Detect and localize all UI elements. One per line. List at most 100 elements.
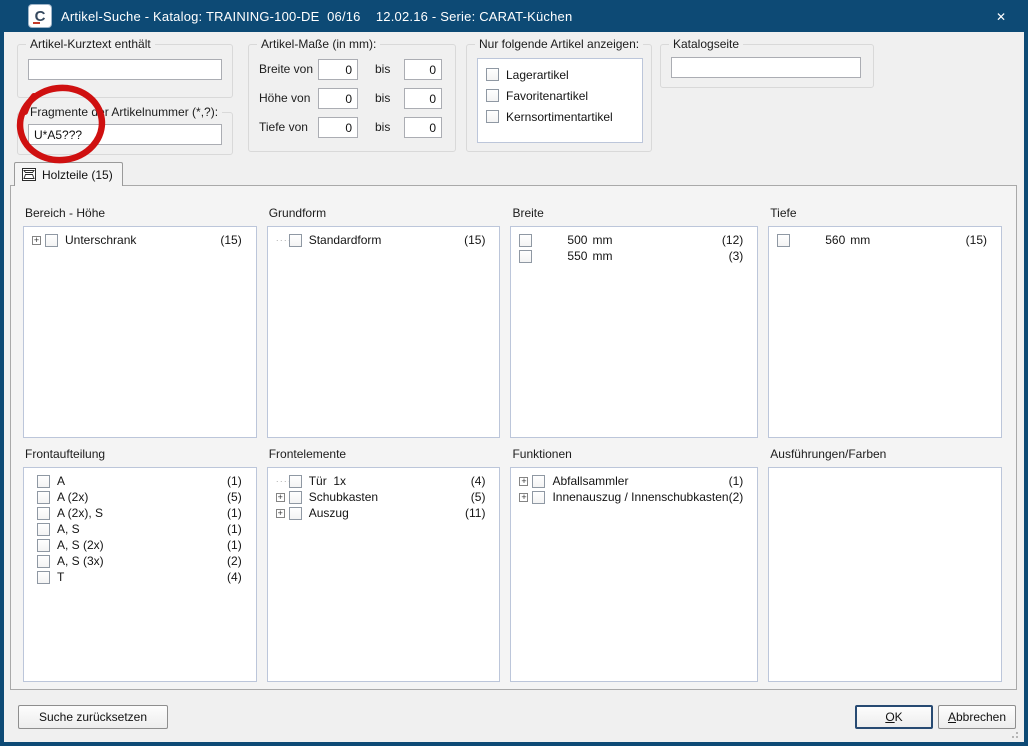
expand-icon[interactable]: + <box>32 236 41 245</box>
list-item[interactable]: A, S (3x)(2) <box>24 553 256 569</box>
group-label: Katalogseite <box>669 37 743 51</box>
checkbox[interactable] <box>486 110 499 123</box>
list-item[interactable]: 500mm(12) <box>511 232 757 248</box>
checkbox[interactable] <box>37 523 50 536</box>
checkbox[interactable] <box>289 507 302 520</box>
tiefe-listbox[interactable]: 560mm(15) <box>768 226 1002 438</box>
item-count: (4) <box>227 570 256 584</box>
group-label: Artikel-Kurztext enthält <box>26 37 155 51</box>
dialog-body: Artikel-Kurztext enthält Fragmente der A… <box>4 32 1024 742</box>
expand-icon[interactable]: + <box>519 493 528 502</box>
list-item[interactable]: +Abfallsammler(1) <box>511 473 757 489</box>
bis-label: bis <box>375 120 390 134</box>
bereich-hoehe-listbox[interactable]: +Unterschrank(15) <box>23 226 257 438</box>
checkbox[interactable] <box>37 571 50 584</box>
item-label: Kernsortimentartikel <box>506 110 613 124</box>
checkbox[interactable] <box>289 234 302 247</box>
list-item[interactable]: +Unterschrank(15) <box>24 232 256 248</box>
item-label: A <box>57 474 65 488</box>
item-count: (1) <box>227 522 256 536</box>
checkbox[interactable] <box>486 89 499 102</box>
checkbox[interactable] <box>519 250 532 263</box>
item-value: 560 <box>797 233 845 247</box>
checkbox[interactable] <box>37 507 50 520</box>
expand-icon[interactable]: + <box>276 509 285 518</box>
bis-label: bis <box>375 62 390 76</box>
checkbox[interactable] <box>45 234 58 247</box>
checkbox[interactable] <box>37 539 50 552</box>
item-label: Favoritenartikel <box>506 89 588 103</box>
checkbox[interactable] <box>532 475 545 488</box>
kurztext-input[interactable] <box>28 59 222 80</box>
cancel-button[interactable]: Abbrechen <box>938 705 1016 729</box>
resize-grip[interactable] <box>1008 728 1018 738</box>
panel-frontelemente: Frontelemente····Tür 1x(4)+Schubkasten(5… <box>267 447 501 682</box>
checkbox[interactable] <box>289 475 302 488</box>
checkbox[interactable] <box>37 555 50 568</box>
list-item[interactable]: 550mm(3) <box>511 248 757 264</box>
item-label: Abfallsammler <box>552 474 628 488</box>
panel-tiefe: Tiefe560mm(15) <box>768 206 1002 438</box>
ausfuehrungen-farben-listbox[interactable] <box>768 467 1002 682</box>
item-label: A (2x), S <box>57 506 103 520</box>
frontaufteilung-listbox[interactable]: A(1)A (2x)(5)A (2x), S(1)A, S(1)A, S (2x… <box>23 467 257 682</box>
item-label: A (2x) <box>57 490 88 504</box>
item-label: Auszug <box>309 506 349 520</box>
panel-label: Funktionen <box>512 447 758 462</box>
checkbox[interactable] <box>777 234 790 247</box>
item-count: (15) <box>966 233 1001 247</box>
checkbox[interactable] <box>519 234 532 247</box>
checkbox[interactable] <box>37 475 50 488</box>
checkbox[interactable] <box>289 491 302 504</box>
list-item[interactable]: +Schubkasten(5) <box>268 489 500 505</box>
list-item[interactable]: 560mm(15) <box>769 232 1001 248</box>
item-count: (12) <box>722 233 757 247</box>
expand-icon[interactable]: + <box>276 493 285 502</box>
reset-search-button[interactable]: Suche zurücksetzen <box>18 705 168 729</box>
list-item[interactable]: T(4) <box>24 569 256 585</box>
list-item[interactable]: A, S (2x)(1) <box>24 537 256 553</box>
filter-option[interactable]: Kernsortimentartikel <box>478 106 642 127</box>
tree-leaf-dots: ···· <box>276 476 289 486</box>
list-item[interactable]: A (2x)(5) <box>24 489 256 505</box>
tab-holzteile[interactable]: Holzteile (15) <box>14 162 123 186</box>
to-input[interactable] <box>404 88 442 109</box>
list-item[interactable]: A(1) <box>24 473 256 489</box>
list-item[interactable]: A (2x), S(1) <box>24 505 256 521</box>
filter-listbox[interactable]: Lagerartikel Favoritenartikel Kernsortimen… <box>477 58 643 143</box>
funktionen-listbox[interactable]: +Abfallsammler(1)+Innenauszug / Innensch… <box>510 467 758 682</box>
group-artikel-filter: Nur folgende Artikel anzeigen: Lagerarti… <box>466 44 652 152</box>
filter-option[interactable]: Lagerartikel <box>478 64 642 85</box>
list-item[interactable]: ····Tür 1x(4) <box>268 473 500 489</box>
item-unit: mm <box>592 233 612 247</box>
panel-breite: Breite500mm(12)550mm(3) <box>510 206 758 438</box>
measure-row: Tiefe vonbis <box>249 117 455 138</box>
checkbox[interactable] <box>37 491 50 504</box>
list-item[interactable]: A, S(1) <box>24 521 256 537</box>
list-item[interactable]: +Auszug(11) <box>268 505 500 521</box>
from-input[interactable] <box>318 88 358 109</box>
frontelemente-listbox[interactable]: ····Tür 1x(4)+Schubkasten(5)+Auszug(11) <box>267 467 501 682</box>
list-item[interactable]: +Innenauszug / Innenschubkasten(2) <box>511 489 757 505</box>
cabinet-icon <box>21 167 37 182</box>
checkbox[interactable] <box>532 491 545 504</box>
katalogseite-input[interactable] <box>671 57 861 78</box>
panel-ausfuehrungen-farben: Ausführungen/Farben <box>768 447 1002 682</box>
grundform-listbox[interactable]: ····Standardform(15) <box>267 226 501 438</box>
from-input[interactable] <box>318 59 358 80</box>
group-fragmente: Fragmente der Artikelnummer (*,?): <box>17 112 233 155</box>
close-icon[interactable]: ✕ <box>992 8 1010 26</box>
tree-leaf-dots: ···· <box>276 235 289 245</box>
item-count: (4) <box>471 474 500 488</box>
filter-option[interactable]: Favoritenartikel <box>478 85 642 106</box>
to-input[interactable] <box>404 117 442 138</box>
group-artikel-kurztext: Artikel-Kurztext enthält <box>17 44 233 98</box>
breite-listbox[interactable]: 500mm(12)550mm(3) <box>510 226 758 438</box>
from-input[interactable] <box>318 117 358 138</box>
fragmente-artikelnummer-input[interactable] <box>28 124 222 145</box>
expand-icon[interactable]: + <box>519 477 528 486</box>
list-item[interactable]: ····Standardform(15) <box>268 232 500 248</box>
ok-button[interactable]: OK <box>855 705 933 729</box>
to-input[interactable] <box>404 59 442 80</box>
checkbox[interactable] <box>486 68 499 81</box>
